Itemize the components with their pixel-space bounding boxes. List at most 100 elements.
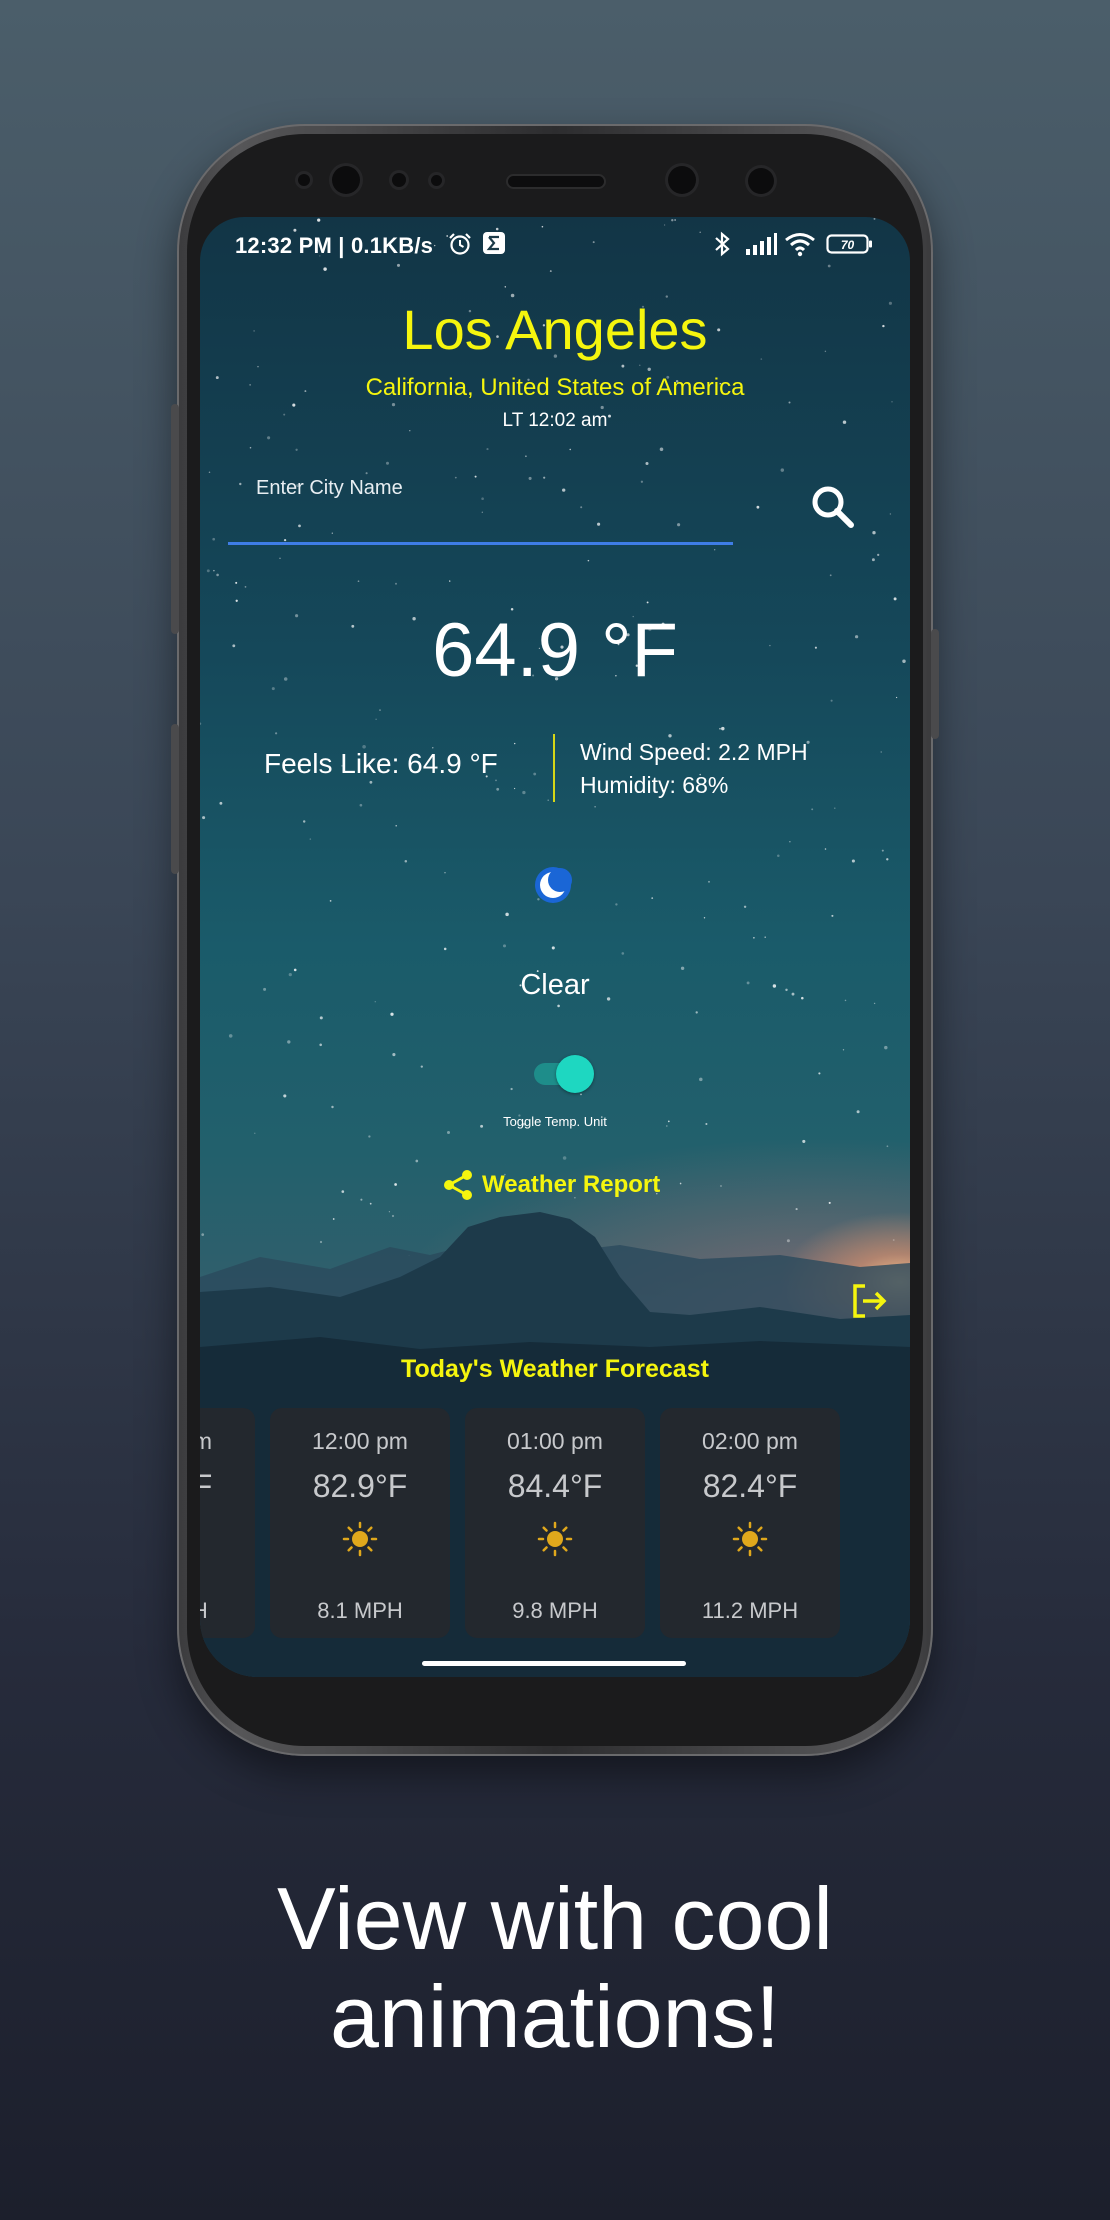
star: [200, 722, 202, 725]
bluetooth-icon: [715, 231, 730, 257]
star: [699, 1077, 703, 1082]
share-weather-report-button[interactable]: Weather Report: [440, 1165, 660, 1205]
region-name: California, United States of America: [365, 374, 745, 401]
star: [390, 1012, 394, 1016]
star: [824, 848, 827, 850]
feels-like: Feels Like: 64.9 °F: [264, 748, 498, 779]
star: [873, 1002, 876, 1005]
star: [834, 807, 836, 809]
star: [395, 825, 397, 827]
forecast-temp: 82.9°F: [312, 1468, 408, 1504]
local-time: LT 12:02 am: [502, 410, 608, 431]
forecast-list[interactable]: 11:00 am 78.4°F 7.3 MPH 12:00 pm 82.9°F …: [200, 1408, 910, 1638]
wifi-icon: [785, 233, 815, 257]
forecast-time: 01:00 pm: [507, 1428, 603, 1454]
temp-unit-toggle[interactable]: [534, 1055, 594, 1093]
forecast-time: 12:00 pm: [312, 1428, 408, 1454]
star: [756, 505, 760, 509]
star: [329, 900, 332, 902]
star: [394, 1183, 397, 1186]
moon-icon: [535, 867, 572, 903]
star: [283, 1094, 287, 1098]
weather-details: Wind Speed: 2.2 MPH Humidity: 68%: [580, 736, 808, 802]
volume-button: [171, 404, 179, 634]
star: [719, 727, 721, 730]
star: [404, 859, 408, 863]
star: [895, 696, 898, 699]
star: [818, 1072, 821, 1075]
star: [319, 1043, 322, 1047]
star: [481, 497, 484, 501]
star: [504, 286, 507, 288]
star: [580, 506, 583, 509]
star: [743, 905, 747, 908]
star: [239, 482, 242, 486]
star: [551, 946, 555, 950]
star: [886, 1145, 889, 1148]
forecast-time: 11:00 am: [200, 1428, 213, 1454]
star: [889, 513, 892, 515]
star: [369, 780, 373, 784]
star: [341, 1190, 345, 1193]
star: [525, 455, 527, 458]
star: [880, 751, 882, 753]
star: [212, 537, 216, 541]
app-screen: 12:32 PM | 0.1KB/s 70 Los Angeles Califo…: [200, 217, 910, 1677]
battery-icon: 70: [826, 234, 872, 254]
star: [789, 841, 791, 843]
star: [375, 718, 377, 720]
forecast-wind: 7.3 MPH: [200, 1598, 255, 1624]
star: [357, 580, 360, 583]
star: [679, 1182, 682, 1185]
logout-icon[interactable]: [850, 1281, 890, 1321]
star: [884, 1045, 888, 1050]
forecast-card[interactable]: 11:00 am 78.4°F 7.3 MPH: [200, 1408, 255, 1638]
star: [753, 936, 755, 939]
star: [562, 488, 566, 492]
city-input[interactable]: [228, 509, 733, 545]
star: [235, 599, 238, 602]
star: [474, 475, 477, 478]
star: [893, 597, 897, 601]
forecast-temp: 78.4°F: [200, 1468, 213, 1504]
star: [640, 480, 644, 483]
star: [510, 1087, 513, 1091]
city-name: Los Angeles: [402, 298, 708, 361]
forecast-time: 02:00 pm: [702, 1428, 798, 1454]
city-input-label: Enter City Name: [256, 477, 403, 499]
star: [721, 726, 725, 731]
share-label: Weather Report: [482, 1171, 661, 1198]
status-time-network: 12:32 PM | 0.1KB/s: [235, 233, 434, 258]
search-icon[interactable]: [805, 479, 861, 535]
volume-button-lower: [171, 724, 179, 874]
star: [720, 1185, 722, 1187]
star: [615, 903, 618, 906]
forecast-card[interactable]: 12:00 pm 82.9°F 8.1 MPH: [270, 1408, 450, 1638]
star: [856, 1110, 860, 1114]
forecast-wind: 9.8 MPH: [512, 1598, 598, 1623]
star: [415, 1159, 419, 1163]
star: [562, 1156, 567, 1160]
star: [543, 476, 546, 479]
home-indicator[interactable]: [422, 1661, 686, 1666]
star: [830, 699, 833, 702]
promo-tagline: View with cool animations!: [0, 1870, 1110, 2066]
star: [502, 944, 507, 948]
star: [331, 1105, 334, 1109]
star: [714, 549, 716, 551]
sun-icon: [537, 1521, 573, 1557]
star: [213, 569, 215, 572]
star: [881, 849, 884, 852]
star: [275, 732, 278, 735]
star: [851, 859, 855, 863]
star: [302, 820, 306, 823]
star: [505, 912, 509, 917]
star: [235, 581, 238, 584]
current-temperature: 64.9 °F: [432, 608, 678, 693]
forecast-card[interactable]: 02:00 pm 82.4°F 11.2 MPH: [660, 1408, 840, 1638]
star: [386, 461, 389, 465]
forecast-card[interactable]: 01:00 pm 84.4°F 9.8 MPH: [465, 1408, 645, 1638]
star: [279, 557, 281, 560]
battery-level: 70: [841, 238, 855, 252]
star: [547, 799, 549, 801]
